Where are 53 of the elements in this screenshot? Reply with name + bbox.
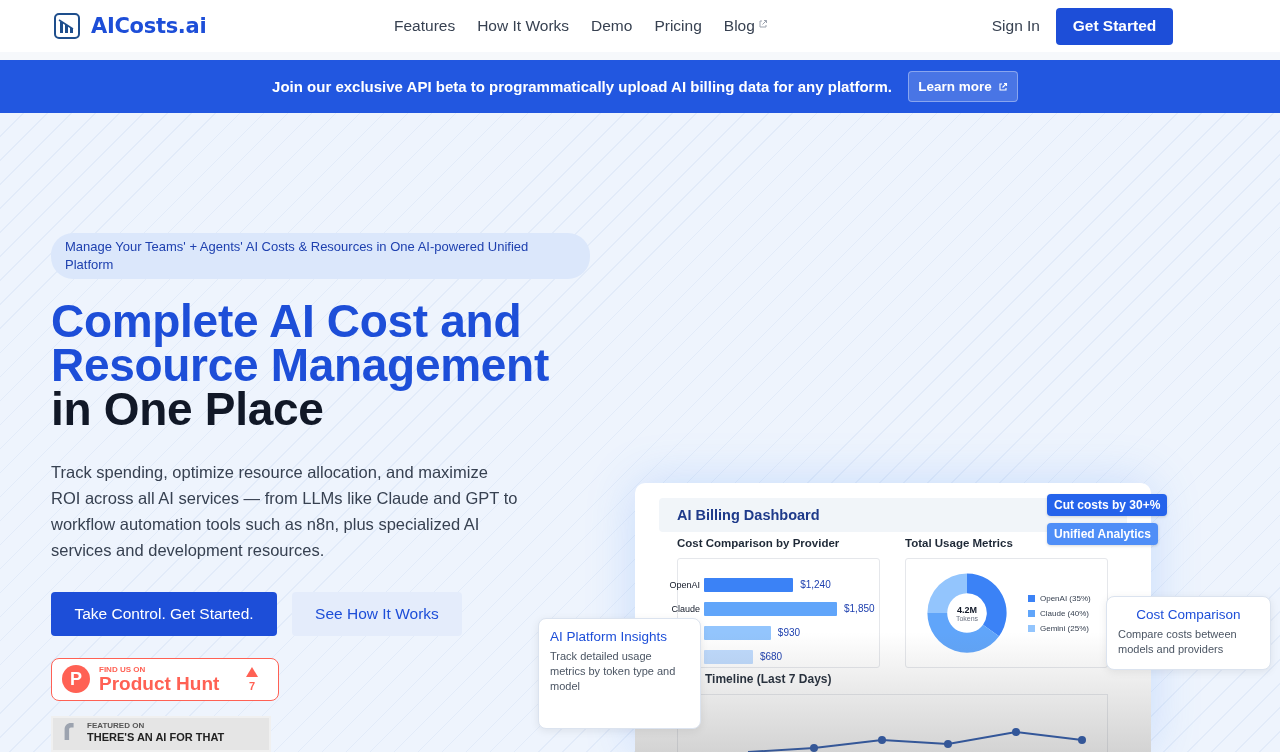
card-title: Cost Comparison	[1136, 607, 1241, 622]
upvote-icon	[246, 666, 258, 677]
bar-label: Claude	[670, 604, 700, 614]
panel-title: Timeline (Last 7 Days)	[705, 672, 833, 686]
get-started-button[interactable]: Get Started	[1056, 7, 1173, 45]
bar-chart-logo-icon	[54, 13, 80, 39]
card-text: Track detailed usage metrics by token type and model	[550, 649, 677, 694]
data-point	[878, 736, 886, 744]
product-hunt-logo: P	[62, 665, 90, 694]
data-point	[1078, 736, 1086, 744]
feature-badge: Unified Analytics	[1047, 523, 1158, 545]
nav-link[interactable]: Demo	[591, 17, 633, 35]
learn-more-button[interactable]: Learn more	[907, 71, 1018, 102]
external-link-icon	[997, 81, 1008, 92]
banner-text: Join our exclusive API beta to programmatically upload AI billing data for any platform.	[272, 78, 892, 95]
badge-eyebrow: FIND US ON	[99, 664, 147, 674]
bar-value: $1,850	[844, 602, 875, 616]
nav-link[interactable]: Features	[394, 17, 456, 35]
hero-description: Track spending, optimize resource allocation, and maximize ROI across all AI services — from LLMs like Claude and GPT to workflow automation tools such as n8n, plus specialized AI services and development resources.	[51, 462, 519, 561]
data-point	[944, 740, 952, 748]
data-point	[1012, 728, 1020, 736]
badge-name: Product Hunt	[99, 673, 221, 694]
panel-title: Total Usage Metrics	[905, 537, 1014, 549]
bar-value: $930	[777, 626, 801, 640]
tagline-pill: Manage Your Teams' + Agents' AI Costs & Resources in One AI-powered Unified Platform	[51, 233, 590, 279]
nav-link[interactable]: How It Works	[477, 17, 570, 35]
vote-count: 7	[248, 679, 256, 692]
hero-title: Complete AI Cost and Resource Management in One Place	[51, 299, 550, 431]
dashboard-title: AI Billing Dashboard	[677, 507, 820, 523]
total-tokens-value: 4.2M	[957, 604, 977, 615]
panel-title: Cost Comparison by Provider	[677, 537, 841, 549]
featured-badge[interactable]: FEATURED ON THERE'S AN AI FOR THAT	[51, 715, 271, 752]
legend-swatch	[1028, 609, 1035, 617]
how-it-works-button[interactable]: See How It Works	[292, 592, 462, 636]
brand-name[interactable]: AICosts.ai	[91, 14, 207, 38]
feature-badge: Cut costs by 30+%	[1047, 494, 1168, 516]
nav-link[interactable]: Pricing	[654, 17, 702, 35]
nav-link[interactable]: Blog	[723, 17, 768, 35]
legend-label: OpenAI (35%)	[1040, 593, 1091, 603]
bar-label: OpenAI	[670, 580, 700, 590]
badge-name: THERE'S AN AI FOR THAT	[87, 730, 225, 743]
bar-value: $1,240	[800, 578, 831, 592]
legend-label: Gemini (25%)	[1040, 623, 1089, 633]
badge-eyebrow: FEATURED ON	[87, 720, 146, 731]
sign-in-link[interactable]: Sign In	[991, 17, 1040, 35]
get-started-button[interactable]: Take Control. Get Started.	[51, 592, 277, 636]
card-title: AI Platform Insights	[550, 629, 669, 644]
bar-value: $680	[759, 650, 783, 664]
card-text: Compare costs between models and providers	[1118, 627, 1238, 657]
legend-label: Claude (40%)	[1040, 608, 1089, 618]
legend-swatch	[1028, 624, 1035, 632]
data-point	[810, 744, 818, 752]
legend-swatch	[1028, 594, 1035, 602]
